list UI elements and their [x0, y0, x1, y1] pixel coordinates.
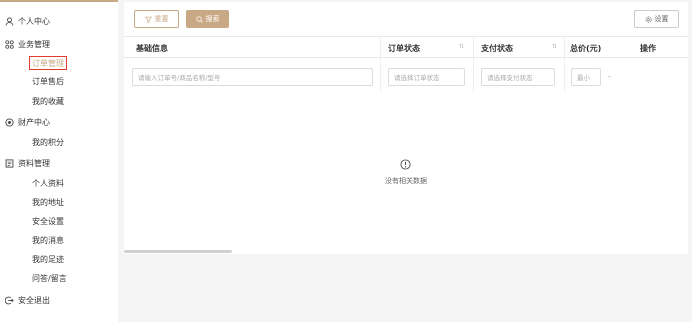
- search-label: 搜索: [205, 15, 220, 23]
- sidebar-item-logout[interactable]: 安全退出: [4, 293, 50, 307]
- sort-icon[interactable]: ⇅: [459, 43, 464, 50]
- column-header-total-price: 总价(元): [570, 43, 602, 53]
- order-status-select[interactable]: 请选择订单状态: [388, 68, 465, 86]
- sidebar-item-favorites[interactable]: 我的收藏: [32, 94, 64, 108]
- column-divider: [380, 36, 381, 92]
- user-icon: [4, 16, 14, 26]
- gear-icon: [644, 15, 652, 23]
- sidebar-item-finance-center[interactable]: 财产中心: [4, 115, 50, 129]
- payment-status-select[interactable]: 请选择支付状态: [481, 68, 555, 86]
- horizontal-scrollbar[interactable]: [124, 250, 232, 253]
- sidebar-item-qa[interactable]: 问答/留言: [32, 271, 67, 285]
- settings-button[interactable]: 设置: [634, 10, 679, 28]
- column-header-label: 订单状态: [388, 43, 420, 53]
- sidebar-item-label: 财产中心: [18, 117, 50, 127]
- sidebar-item-label: 个人中心: [18, 16, 50, 26]
- table-header: 基础信息 订单状态 ⇅ 支付状态 ⇅ 总价(元) 操作: [124, 36, 688, 58]
- basic-info-search-input[interactable]: 请输入订单号/商品名称/型号: [132, 68, 373, 86]
- sidebar-item-after-sales[interactable]: 订单售后: [32, 74, 64, 88]
- sidebar-item-personal-info[interactable]: 个人资料: [32, 176, 64, 190]
- column-header-payment-status[interactable]: 支付状态 ⇅: [481, 37, 557, 59]
- sidebar-item-footprint[interactable]: 我的足迹: [32, 252, 64, 266]
- sidebar-item-label: 业务管理: [18, 39, 50, 49]
- column-header-actions: 操作: [640, 43, 656, 53]
- order-list-panel: 重置 搜索 设置 基础信息 订单状态 ⇅ 支付状态 ⇅ 总价(元) 操作 请输入…: [124, 2, 688, 254]
- document-icon: [4, 158, 14, 168]
- sidebar-item-messages[interactable]: 我的消息: [32, 233, 64, 247]
- logout-icon: [4, 295, 14, 305]
- sidebar-item-label: 资料管理: [18, 158, 50, 168]
- sidebar: 个人中心 业务管理 订单管理 订单售后 我的收藏 财产中心 我的积分 资料管理 …: [0, 0, 118, 322]
- sidebar-item-order-mgmt[interactable]: 订单管理: [29, 56, 67, 70]
- sidebar-item-business-mgmt[interactable]: 业务管理: [4, 37, 50, 51]
- sidebar-item-points[interactable]: 我的积分: [32, 135, 64, 149]
- search-button[interactable]: 搜索: [186, 10, 229, 28]
- info-icon: [400, 159, 411, 172]
- column-divider: [473, 36, 474, 92]
- empty-state-text: 没有相关数据: [385, 177, 427, 185]
- sidebar-item-profile-mgmt[interactable]: 资料管理: [5, 156, 50, 170]
- price-range-separator: -: [608, 73, 611, 81]
- settings-label: 设置: [654, 15, 669, 23]
- sidebar-item-security[interactable]: 安全设置: [32, 214, 64, 228]
- sidebar-item-address[interactable]: 我的地址: [32, 195, 64, 209]
- sidebar-item-personal-center[interactable]: 个人中心: [5, 14, 50, 28]
- target-icon: [4, 117, 14, 127]
- min-price-input[interactable]: 最小: [571, 68, 601, 86]
- column-header-basic-info: 基础信息: [136, 43, 168, 53]
- grid-icon: [4, 39, 14, 49]
- column-divider: [564, 36, 565, 92]
- column-header-order-status[interactable]: 订单状态 ⇅: [388, 37, 464, 59]
- reset-button[interactable]: 重置: [134, 10, 179, 28]
- filter-icon: [144, 16, 152, 23]
- column-header-label: 支付状态: [481, 43, 513, 53]
- reset-label: 重置: [154, 15, 169, 23]
- search-icon: [195, 15, 203, 23]
- sidebar-item-label: 安全退出: [18, 295, 50, 305]
- sort-icon[interactable]: ⇅: [552, 43, 557, 50]
